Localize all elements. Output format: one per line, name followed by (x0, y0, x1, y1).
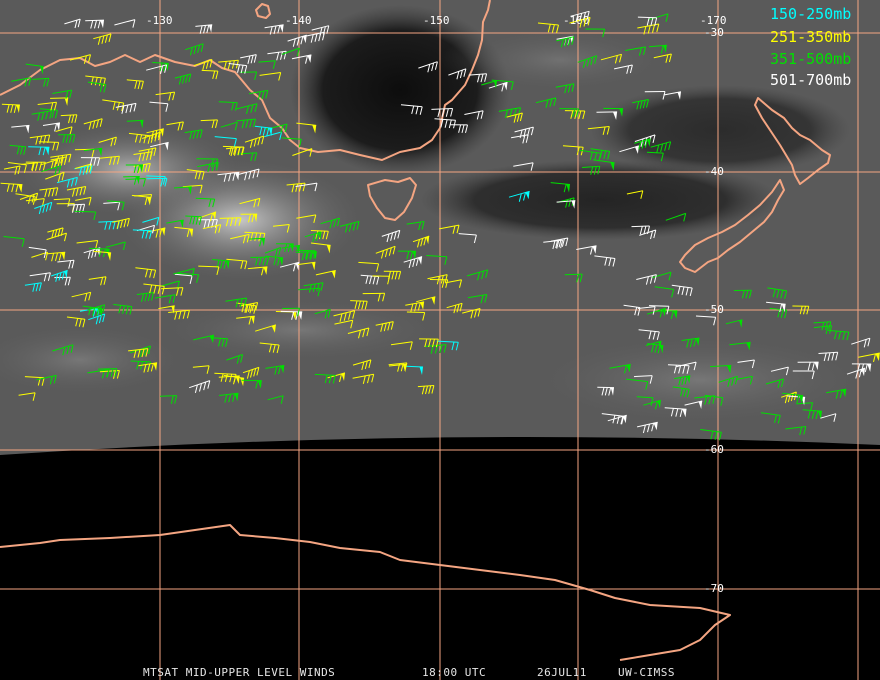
legend-item-251-350mb: 251-350mb (770, 28, 851, 46)
lat-label-30: -30 (704, 26, 724, 39)
lat-label-50: -50 (704, 303, 724, 316)
footer-product: MTSAT MID-UPPER LEVEL WINDS (143, 666, 335, 679)
lon-label-130: -130 (146, 14, 173, 27)
legend-item-501-700mb: 501-700mb (770, 71, 851, 89)
lat-label-40: -40 (704, 165, 724, 178)
wind-map: -130 -140 -150 -160 -170 -30 -40 -50 -60… (0, 0, 880, 680)
lon-label-140: -140 (285, 14, 312, 27)
lon-label-150: -150 (423, 14, 450, 27)
footer-date: 26JUL11 (537, 666, 587, 679)
footer-time: 18:00 UTC (422, 666, 486, 679)
footer-source: UW-CIMSS (618, 666, 675, 679)
lat-label-60: -60 (704, 443, 724, 456)
legend-item-150-250mb: 150-250mb (770, 5, 851, 23)
lat-label-70: -70 (704, 582, 724, 595)
legend-item-351-500mb: 351-500mb (770, 50, 851, 68)
